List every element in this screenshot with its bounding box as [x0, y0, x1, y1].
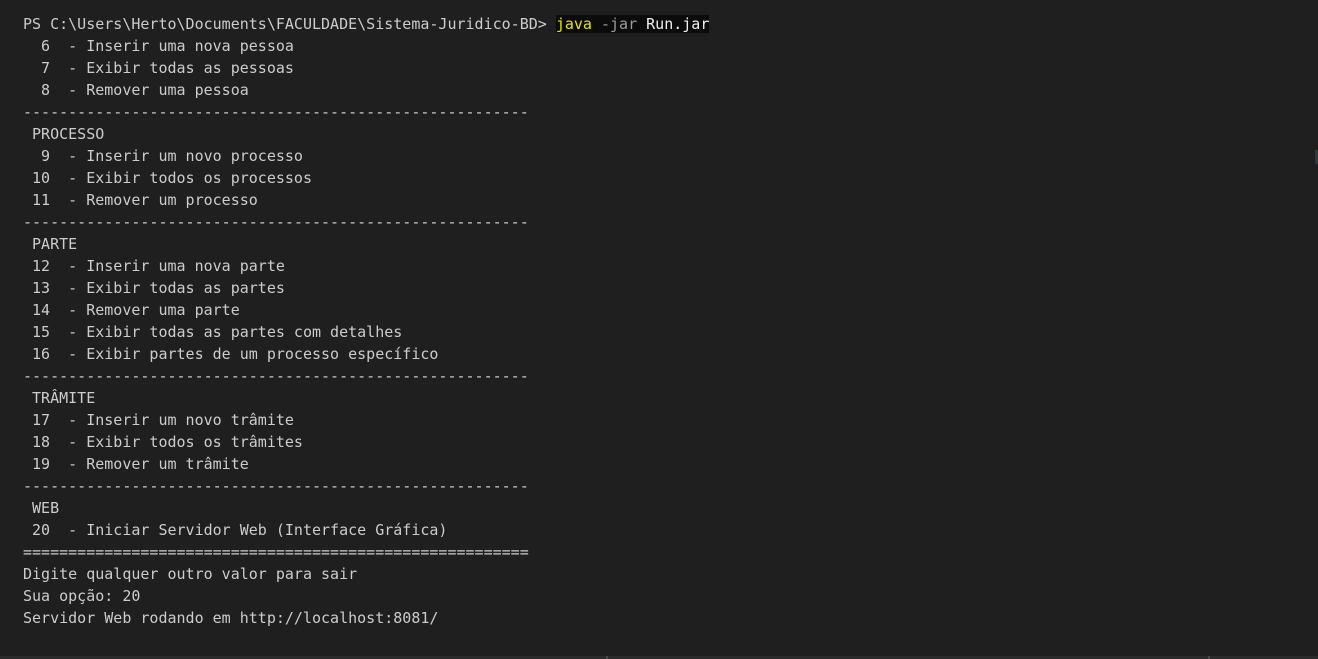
menu-option-8: 8 - Remover uma pessoa — [23, 81, 249, 99]
menu-end-divider: ========================================… — [23, 543, 529, 561]
section-header-web: WEB — [23, 499, 60, 517]
menu-option-9: 9 - Inserir um novo processo — [23, 147, 303, 165]
menu-option-11: 11 - Remover um processo — [23, 191, 258, 209]
menu-option-12: 12 - Inserir uma nova parte — [23, 257, 285, 275]
terminal-output[interactable]: PS C:\Users\Herto\Documents\FACULDADE\Si… — [0, 0, 1318, 659]
section-divider: ----------------------------------------… — [23, 103, 529, 121]
command-argument: Run.jar — [646, 15, 710, 33]
section-divider: ----------------------------------------… — [23, 367, 529, 385]
command-flag: -jar — [600, 15, 638, 33]
menu-option-7: 7 - Exibir todas as pessoas — [23, 59, 294, 77]
section-divider: ----------------------------------------… — [23, 477, 529, 495]
menu-option-10: 10 - Exibir todos os processos — [23, 169, 312, 187]
section-header-tramite: TRÂMITE — [23, 389, 96, 407]
menu-option-15: 15 - Exibir todas as partes com detalhes — [23, 323, 403, 341]
command-name: java — [555, 15, 592, 33]
menu-option-16: 16 - Exibir partes de um processo especí… — [23, 345, 439, 363]
prompt-path: PS C:\Users\Herto\Documents\FACULDADE\Si… — [23, 15, 556, 33]
server-status: Servidor Web rodando em http://localhost… — [23, 609, 439, 627]
menu-option-6: 6 - Inserir uma nova pessoa — [23, 37, 294, 55]
menu-option-20: 20 - Iniciar Servidor Web (Interface Grá… — [23, 521, 448, 539]
section-header-parte: PARTE — [23, 235, 78, 253]
section-divider: ----------------------------------------… — [23, 213, 529, 231]
menu-option-19: 19 - Remover um trâmite — [23, 455, 249, 473]
menu-option-18: 18 - Exibir todos os trâmites — [23, 433, 303, 451]
menu-option-17: 17 - Inserir um novo trâmite — [23, 411, 294, 429]
prompt-line: PS C:\Users\Herto\Documents\FACULDADE\Si… — [23, 13, 1318, 35]
section-header-processo: PROCESSO — [23, 125, 105, 143]
menu-option-14: 14 - Remover uma parte — [23, 301, 240, 319]
exit-hint: Digite qualquer outro valor para sair — [23, 565, 358, 583]
selected-option: Sua opção: 20 — [23, 587, 141, 605]
menu-option-13: 13 - Exibir todas as partes — [23, 279, 285, 297]
